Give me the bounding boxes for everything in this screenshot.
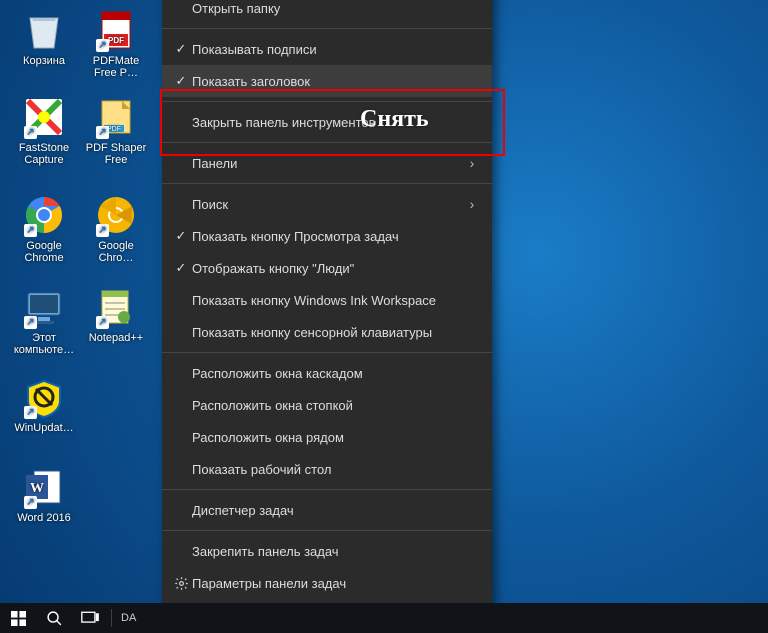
desktop-icon-canary[interactable]: Google Chro…	[80, 193, 152, 264]
desktop-icon-recycle[interactable]: Корзина	[8, 8, 80, 67]
ctx-show-desktop[interactable]: Показать рабочий стол	[162, 453, 492, 485]
ctx-panels[interactable]: Панели ›	[162, 147, 492, 179]
windows-logo-icon	[11, 611, 26, 626]
desktop-icon-chrome[interactable]: Google Chrome	[8, 193, 80, 264]
ctx-taskmgr[interactable]: Диспетчер задач	[162, 494, 492, 526]
ctx-show-taskview[interactable]: ✓ Показать кнопку Просмотра задач	[162, 220, 492, 252]
ctx-show-people[interactable]: ✓ Отображать кнопку "Люди"	[162, 252, 492, 284]
ctx-show-labels[interactable]: ✓ Показывать подписи	[162, 33, 492, 65]
taskbar-separator	[111, 609, 112, 627]
ctx-label: Показывать подписи	[192, 42, 478, 57]
desktop-icon-pdfmate[interactable]: PDF PDFMate Free P…	[80, 8, 152, 79]
shortcut-arrow-icon	[96, 316, 109, 329]
ctx-taskbar-settings[interactable]: Параметры панели задач	[162, 567, 492, 599]
shortcut-arrow-icon	[24, 316, 37, 329]
ctx-label: Показать заголовок	[192, 74, 478, 89]
gear-icon	[170, 576, 192, 591]
ctx-label: Закрыть панель инструментов	[192, 115, 478, 130]
ctx-show-title[interactable]: ✓ Показать заголовок	[162, 65, 492, 97]
ctx-label: Показать кнопку Windows Ink Workspace	[192, 293, 478, 308]
separator	[162, 489, 492, 490]
ctx-label: Показать кнопку сенсорной клавиатуры	[192, 325, 478, 340]
svg-text:PDF: PDF	[107, 126, 121, 133]
ctx-search[interactable]: Поиск ›	[162, 188, 492, 220]
icon-label: Корзина	[23, 55, 65, 67]
ctx-cascade[interactable]: Расположить окна каскадом	[162, 357, 492, 389]
chevron-right-icon: ›	[466, 196, 478, 212]
separator	[162, 28, 492, 29]
ctx-close-toolbar[interactable]: Закрыть панель инструментов	[162, 106, 492, 138]
separator	[162, 142, 492, 143]
taskbar-toolbar[interactable]: DA	[115, 612, 142, 624]
check-icon: ✓	[170, 41, 192, 57]
shortcut-arrow-icon	[96, 39, 109, 52]
taskview-button[interactable]	[72, 603, 108, 633]
icon-label: Google Chro…	[98, 240, 133, 264]
svg-text:W: W	[30, 481, 44, 496]
taskbar[interactable]: DA	[0, 603, 768, 633]
icon-label: Google Chrome	[24, 240, 63, 264]
ctx-label: Диспетчер задач	[192, 503, 478, 518]
taskview-icon	[81, 611, 99, 625]
shortcut-arrow-icon	[96, 126, 109, 139]
ctx-label: Показать кнопку Просмотра задач	[192, 229, 478, 244]
ctx-label: Расположить окна стопкой	[192, 398, 478, 413]
check-icon: ✓	[170, 260, 192, 276]
ctx-label: Поиск	[192, 197, 466, 212]
search-button[interactable]	[36, 603, 72, 633]
separator	[162, 530, 492, 531]
ctx-label: Параметры панели задач	[192, 576, 478, 591]
recycle-bin-icon	[22, 8, 66, 52]
icon-label: FastStone Capture	[19, 142, 69, 166]
shortcut-arrow-icon	[24, 126, 37, 139]
chevron-right-icon: ›	[466, 155, 478, 171]
ctx-lock-taskbar[interactable]: Закрепить панель задач	[162, 535, 492, 567]
ctx-label: Расположить окна каскадом	[192, 366, 478, 381]
ctx-show-ink[interactable]: Показать кнопку Windows Ink Workspace	[162, 284, 492, 316]
svg-text:PDF: PDF	[108, 36, 124, 45]
check-icon: ✓	[170, 228, 192, 244]
ctx-label: Показать рабочий стол	[192, 462, 478, 477]
ctx-open-folder[interactable]: Открыть папку	[162, 0, 492, 24]
separator	[162, 101, 492, 102]
icon-label: Notepad++	[89, 332, 143, 344]
ctx-label: Закрепить панель задач	[192, 544, 478, 559]
ctx-label: Панели	[192, 156, 466, 171]
shortcut-arrow-icon	[24, 496, 37, 509]
check-icon: ✓	[170, 73, 192, 89]
taskbar-toolbar-label: DA	[121, 612, 136, 624]
separator	[162, 183, 492, 184]
ctx-label: Открыть папку	[192, 1, 478, 16]
desktop-icon-word[interactable]: W Word 2016	[8, 465, 80, 524]
desktop-icon-pc[interactable]: Этот компьюте…	[8, 285, 80, 356]
desktop-icon-winupdate[interactable]: WinUpdat…	[8, 375, 80, 434]
shortcut-arrow-icon	[24, 224, 37, 237]
icon-label: WinUpdat…	[14, 422, 73, 434]
ctx-show-touchkb[interactable]: Показать кнопку сенсорной клавиатуры	[162, 316, 492, 348]
icon-label: PDF Shaper Free	[86, 142, 147, 166]
ctx-sidebyside[interactable]: Расположить окна рядом	[162, 421, 492, 453]
start-button[interactable]	[0, 603, 36, 633]
shortcut-arrow-icon	[24, 406, 37, 419]
separator	[162, 352, 492, 353]
desktop-icon-faststone[interactable]: FastStone Capture	[8, 95, 80, 166]
desktop-icon-notepadpp[interactable]: Notepad++	[80, 285, 152, 344]
icon-label: Этот компьюте…	[14, 332, 74, 356]
icon-label: PDFMate Free P…	[93, 55, 139, 79]
search-icon	[46, 610, 63, 627]
desktop-icon-pdfshaper[interactable]: PDF PDF Shaper Free	[80, 95, 152, 166]
taskbar-context-menu: Вид › Открыть папку ✓ Показывать подписи…	[162, 0, 492, 603]
shortcut-arrow-icon	[96, 224, 109, 237]
ctx-label: Расположить окна рядом	[192, 430, 478, 445]
ctx-stack[interactable]: Расположить окна стопкой	[162, 389, 492, 421]
icon-label: Word 2016	[17, 512, 71, 524]
ctx-label: Отображать кнопку "Люди"	[192, 261, 478, 276]
